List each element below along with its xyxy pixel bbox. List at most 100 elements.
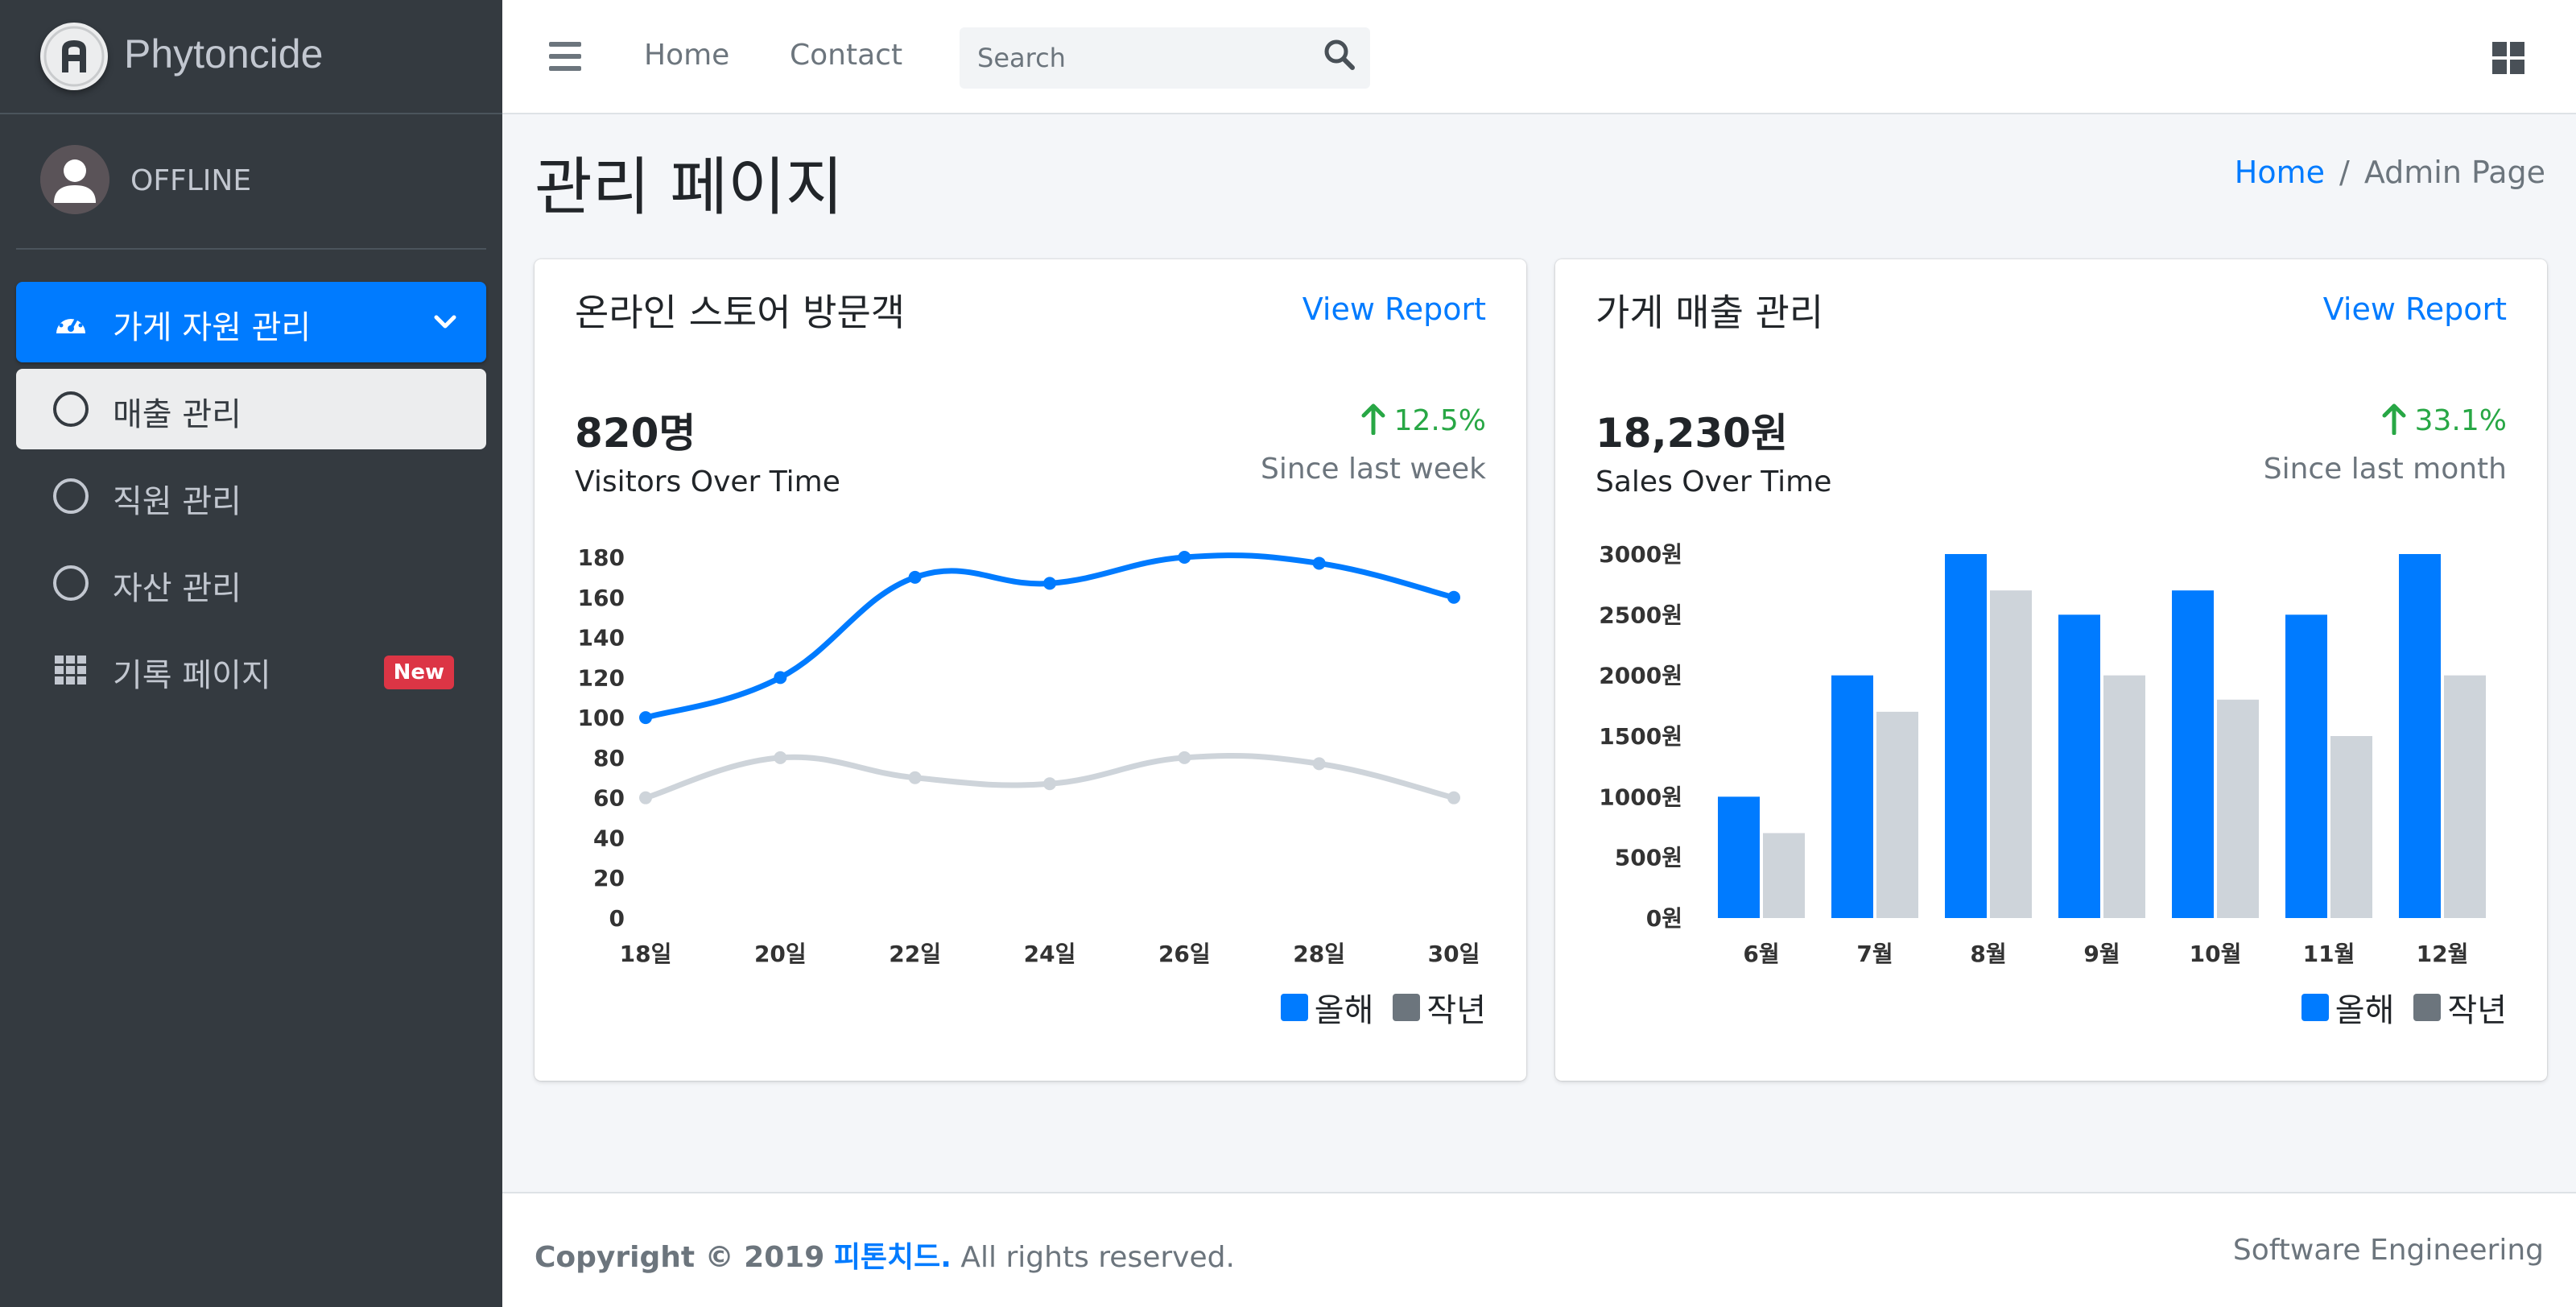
avatar[interactable] xyxy=(40,145,109,214)
brand-link[interactable]: Phytoncide xyxy=(0,0,502,114)
data-point xyxy=(1312,757,1326,771)
company-link[interactable]: 피톤치드. xyxy=(834,1241,952,1274)
legend-item-last-year[interactable]: 작년 xyxy=(1393,984,1486,1031)
legend-item-this-year[interactable]: 올해 xyxy=(2301,984,2395,1031)
rights-text: All rights reserved. xyxy=(960,1241,1235,1274)
search-input[interactable] xyxy=(977,39,1299,77)
chart-legend: 올해 작년 xyxy=(1261,984,1486,1031)
breadcrumb-home-link[interactable]: Home xyxy=(2235,155,2325,190)
data-point xyxy=(1043,577,1056,590)
search-icon[interactable] xyxy=(1322,37,1357,72)
data-point xyxy=(908,771,922,784)
chart-legend: 올해 작년 xyxy=(2282,984,2507,1031)
y-tick-label: 140 xyxy=(578,625,625,651)
bar xyxy=(2285,614,2327,918)
x-tick-label: 6월 xyxy=(1743,941,1779,967)
x-tick-label: 18일 xyxy=(620,941,672,967)
y-tick-label: 100 xyxy=(578,705,625,731)
x-tick-label: 28일 xyxy=(1293,941,1345,967)
hamburger-menu-icon[interactable] xyxy=(549,42,581,71)
sidebar-item-assets[interactable]: 자산 관리 xyxy=(16,543,486,623)
card-title: 가게 매출 관리 xyxy=(1596,291,1824,334)
x-tick-label: 20일 xyxy=(754,941,807,967)
widgets-icon[interactable] xyxy=(2491,40,2526,76)
footer-right-text: Software Engineering xyxy=(2232,1234,2544,1267)
legend-label: 올해 xyxy=(1314,992,1374,1029)
x-tick-label: 10월 xyxy=(2190,941,2242,967)
x-tick-label: 30일 xyxy=(1428,941,1480,967)
sidebar-item-sales[interactable]: 매출 관리 xyxy=(16,369,486,449)
legend-label: 올해 xyxy=(2334,992,2395,1029)
data-point xyxy=(639,791,652,804)
y-tick-label: 40 xyxy=(593,825,625,851)
y-tick-label: 60 xyxy=(593,785,625,812)
bar xyxy=(2330,736,2372,918)
grid-icon xyxy=(55,656,86,685)
legend-swatch xyxy=(2413,994,2442,1021)
sidebar-item-store-resources[interactable]: 가게 자원 관리 xyxy=(16,282,486,362)
breadcrumb-current: Admin Page xyxy=(2363,155,2545,190)
y-tick-label: 20 xyxy=(593,865,625,891)
bar xyxy=(1763,833,1805,918)
y-tick-label: 2500원 xyxy=(1599,602,1682,628)
y-tick-label: 180 xyxy=(578,544,625,571)
bar xyxy=(2172,590,2214,918)
search-box xyxy=(960,27,1370,89)
bar xyxy=(1990,590,2032,918)
sidebar-item-records[interactable]: 기록 페이지 New xyxy=(16,630,486,710)
legend-label: 작년 xyxy=(1426,992,1486,1029)
sidebar-item-label: 직원 관리 xyxy=(113,483,242,520)
legend-swatch xyxy=(1393,994,1421,1021)
bar xyxy=(2058,614,2100,918)
y-tick-label: 500원 xyxy=(1615,845,1682,871)
data-point xyxy=(1178,551,1191,564)
nav-link-contact[interactable]: Contact xyxy=(790,39,902,72)
user-status[interactable]: OFFLINE xyxy=(130,164,251,197)
x-tick-label: 24일 xyxy=(1024,941,1076,967)
data-point xyxy=(1447,791,1460,804)
sidebar-item-label: 자산 관리 xyxy=(113,570,242,607)
chevron-down-icon xyxy=(434,315,456,329)
x-tick-label: 8월 xyxy=(1970,941,2006,967)
since-label: Since last week xyxy=(1260,453,1486,486)
sidebar-item-staff[interactable]: 직원 관리 xyxy=(16,456,486,536)
bar xyxy=(1876,711,1918,918)
data-point xyxy=(1178,751,1191,764)
legend-label: 작년 xyxy=(2447,992,2507,1029)
data-point xyxy=(639,711,652,725)
tachometer-icon xyxy=(56,312,85,333)
arrow-up-icon xyxy=(1361,403,1385,435)
circle-icon xyxy=(53,565,89,601)
x-tick-label: 9월 xyxy=(2083,941,2120,967)
data-point xyxy=(1447,590,1460,604)
new-badge: New xyxy=(383,656,454,689)
brand-name: Phytoncide xyxy=(124,31,324,77)
growth-value: 33.1% xyxy=(2414,404,2507,437)
data-point xyxy=(1043,777,1056,791)
bar xyxy=(2444,675,2486,918)
breadcrumb: Home / Admin Page xyxy=(2235,155,2545,190)
sales-over-time-label: Sales Over Time xyxy=(1596,465,1832,498)
legend-item-last-year[interactable]: 작년 xyxy=(2413,984,2507,1031)
bar xyxy=(2217,699,2259,918)
sales-card: 가게 매출 관리 View Report 18,230원 Sales Over … xyxy=(1555,259,2547,1081)
legend-item-this-year[interactable]: 올해 xyxy=(1280,984,1374,1031)
view-report-link[interactable]: View Report xyxy=(2323,292,2507,327)
y-tick-label: 1500원 xyxy=(1599,723,1682,750)
y-tick-label: 0 xyxy=(609,905,625,932)
sidebar-item-label: 기록 페이지 xyxy=(113,657,271,694)
card-title: 온라인 스토어 방문객 xyxy=(575,291,906,334)
series-line xyxy=(645,752,1455,801)
sidebar-item-label: 매출 관리 xyxy=(113,396,242,433)
x-tick-label: 26일 xyxy=(1158,941,1211,967)
data-point xyxy=(1312,556,1326,570)
circle-icon xyxy=(53,478,89,514)
page-title: 관리 페이지 xyxy=(535,151,844,224)
x-tick-label: 7월 xyxy=(1856,941,1893,967)
growth-indicator: 12.5% xyxy=(1359,403,1486,437)
arrow-up-icon xyxy=(2382,403,2406,435)
bar xyxy=(1831,675,1873,918)
y-tick-label: 1000원 xyxy=(1599,784,1682,810)
view-report-link[interactable]: View Report xyxy=(1302,292,1486,327)
nav-link-home[interactable]: Home xyxy=(644,39,729,72)
